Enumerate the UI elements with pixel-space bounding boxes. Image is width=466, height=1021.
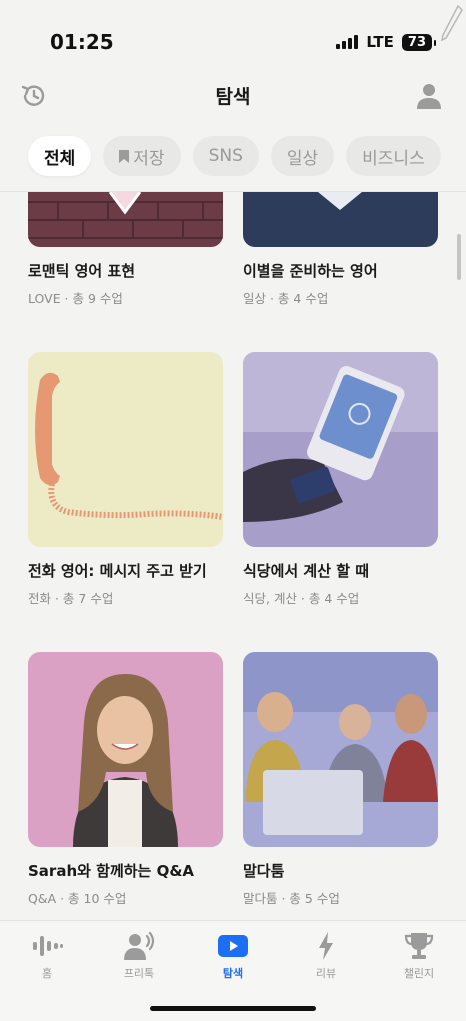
tab-saved[interactable]: 저장 <box>103 136 181 176</box>
status-time: 01:25 <box>50 30 114 54</box>
lesson-thumbnail <box>243 652 438 847</box>
nav-home[interactable]: 홈 <box>7 931 87 981</box>
lesson-card[interactable]: 식당에서 계산 할 때 식당, 계산 · 총 4 수업 <box>243 352 438 607</box>
lesson-meta: 일상 · 총 4 수업 <box>243 291 329 306</box>
nav-label: 리뷰 <box>315 967 337 980</box>
lesson-title: 전화 영어: 메시지 주고 받기 <box>28 562 207 580</box>
lesson-card[interactable]: Sarah와 함께하는 Q&A Q&A · 총 10 수업 <box>28 652 223 907</box>
tab-all[interactable]: 전체 <box>28 136 92 176</box>
lesson-title: Sarah와 함께하는 Q&A <box>28 862 195 880</box>
nav-label: 탐색 <box>222 967 244 980</box>
lesson-meta: 식당, 계산 · 총 4 수업 <box>243 591 360 606</box>
waveform-icon <box>33 936 63 956</box>
page-title: 탐색 <box>215 86 251 108</box>
tab-label: 전체 <box>44 148 76 169</box>
argument-image <box>243 652 438 847</box>
home-indicator <box>150 1006 316 1011</box>
nav-label: 프리톡 <box>123 967 155 980</box>
status-bar: 01:25 LTE 73 <box>0 0 466 70</box>
lesson-thumbnail <box>28 652 223 847</box>
brick-wall-image <box>28 192 223 247</box>
tab-sns[interactable]: SNS <box>192 136 259 176</box>
trophy-icon <box>404 933 434 959</box>
lesson-meta: Q&A · 총 10 수업 <box>28 891 127 906</box>
play-icon <box>218 935 248 957</box>
lesson-card[interactable]: 말다툼 말다툼 · 총 5 수업 <box>243 652 438 907</box>
top-app-bar: 탐색 <box>0 72 466 122</box>
nav-challenge[interactable]: 챌린지 <box>379 931 459 981</box>
lesson-card[interactable]: 로맨틱 영어 표현 LOVE · 총 9 수업 <box>28 192 223 307</box>
lesson-title: 이별을 준비하는 영어 <box>243 262 378 280</box>
lesson-thumbnail <box>243 352 438 547</box>
lesson-meta: 말다툼 · 총 5 수업 <box>243 891 340 906</box>
lesson-grid: 로맨틱 영어 표현 LOVE · 총 9 수업 이별을 준비하는 영어 일상 ·… <box>0 192 466 920</box>
lesson-title: 로맨틱 영어 표현 <box>28 262 136 280</box>
status-indicators: LTE 73 <box>336 33 437 51</box>
lesson-title: 말다툼 <box>243 862 285 880</box>
scrollbar[interactable] <box>457 234 461 280</box>
nav-review[interactable]: 리뷰 <box>286 931 366 981</box>
lesson-title: 식당에서 계산 할 때 <box>243 562 370 580</box>
suit-image <box>243 192 438 247</box>
tab-label: 저장 <box>133 148 165 169</box>
lesson-meta: LOVE · 총 9 수업 <box>28 291 123 306</box>
lesson-thumbnail <box>28 352 223 547</box>
nav-explore[interactable]: 탐색 <box>193 931 273 981</box>
speaking-person-icon <box>124 931 155 960</box>
lesson-thumbnail <box>243 192 438 247</box>
lesson-card[interactable]: 전화 영어: 메시지 주고 받기 전화 · 총 7 수업 <box>28 352 223 607</box>
lesson-card[interactable]: 이별을 준비하는 영어 일상 · 총 4 수업 <box>243 192 438 307</box>
profile-icon[interactable] <box>416 82 442 110</box>
tab-label: 비즈니스 <box>362 148 425 169</box>
nav-label: 홈 <box>41 967 53 980</box>
card-payment-image <box>243 352 438 547</box>
signal-icon <box>336 35 359 49</box>
lesson-meta: 전화 · 총 7 수업 <box>28 591 114 606</box>
network-type: LTE <box>366 33 394 51</box>
category-tabs: 전체 저장 SNS 일상 비즈니스 <box>28 136 441 176</box>
pen-icon <box>440 4 463 42</box>
tab-label: SNS <box>208 146 243 166</box>
lightning-icon <box>319 932 333 960</box>
host-portrait-image <box>28 652 223 847</box>
nav-label: 챌린지 <box>403 967 435 980</box>
telephone-image <box>28 352 223 547</box>
tab-label: 일상 <box>286 148 319 169</box>
lesson-thumbnail <box>28 192 223 247</box>
tab-daily[interactable]: 일상 <box>270 136 335 176</box>
screen: 01:25 LTE 73 탐색 전체 저장 SNS 일상 비즈니스 로맨틱 영어… <box>0 0 466 1021</box>
battery-icon: 73 <box>401 33 437 51</box>
tab-business[interactable]: 비즈니스 <box>346 136 441 176</box>
nav-freetalk[interactable]: 프리톡 <box>99 931 179 981</box>
bookmark-icon <box>119 149 130 163</box>
